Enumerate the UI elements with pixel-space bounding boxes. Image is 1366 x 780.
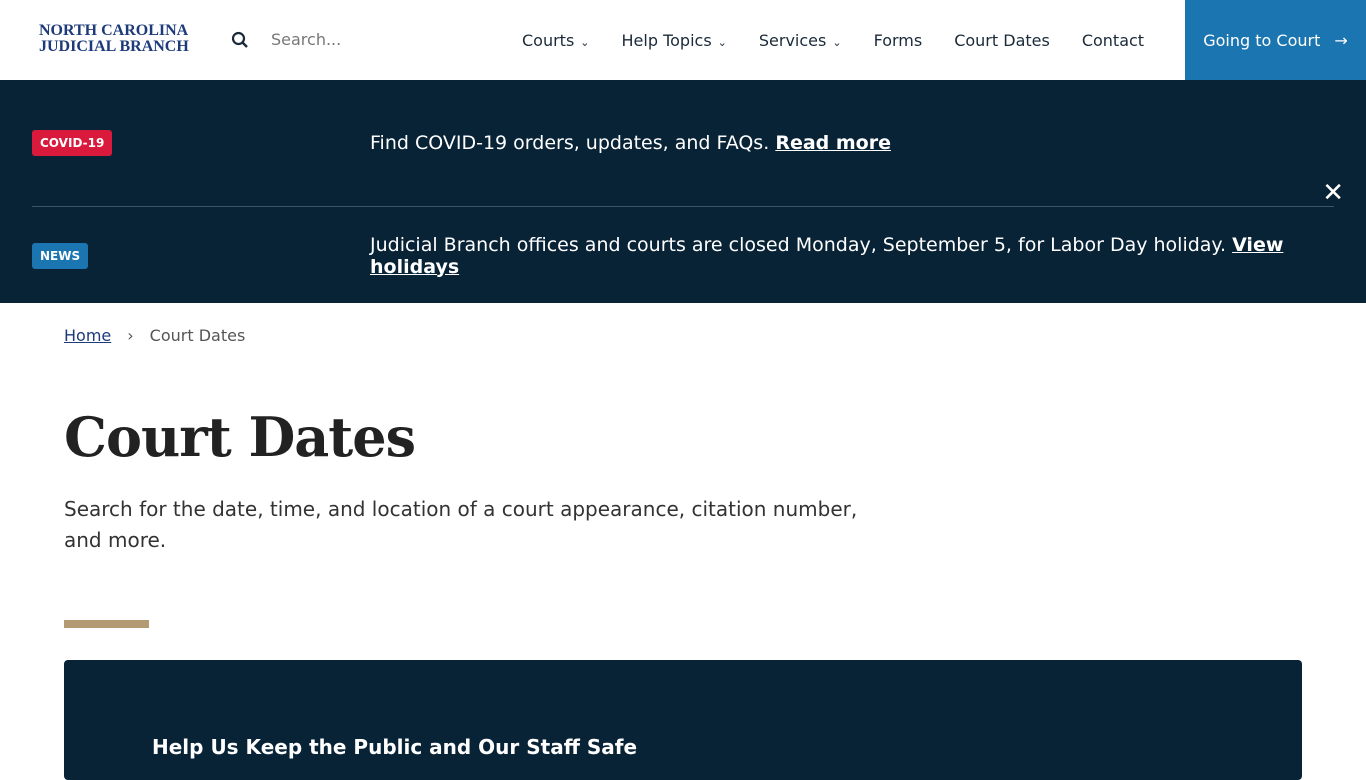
- alert-covid: COVID-19 Find COVID-19 orders, updates, …: [32, 80, 1334, 207]
- nav-services[interactable]: Services ⌄: [759, 31, 842, 50]
- alert-text: Find COVID-19 orders, updates, and FAQs.: [370, 132, 770, 154]
- alerts-banner: ✕ COVID-19 Find COVID-19 orders, updates…: [0, 80, 1366, 303]
- nav-label: Help Topics: [621, 30, 712, 50]
- panel-title: Help Us Keep the Public and Our Staff Sa…: [152, 735, 638, 759]
- breadcrumb: Home › Court Dates: [64, 326, 245, 345]
- chevron-down-icon: ⌄: [580, 35, 590, 49]
- read-more-link[interactable]: Read more: [775, 132, 891, 154]
- nav-contact[interactable]: Contact: [1082, 31, 1144, 50]
- covid-badge: COVID-19: [32, 130, 113, 156]
- logo-line: NORTH CAROLINA: [39, 22, 189, 39]
- nav-forms[interactable]: Forms: [874, 31, 923, 50]
- alert-message: Judicial Branch offices and courts are c…: [370, 234, 1334, 278]
- news-badge: NEWS: [32, 242, 89, 269]
- chevron-down-icon: ⌄: [832, 35, 842, 49]
- breadcrumb-home[interactable]: Home: [64, 326, 111, 345]
- nav-label: Courts: [522, 30, 575, 50]
- breadcrumb-current: Court Dates: [149, 326, 246, 345]
- header: NORTH CAROLINAJUDICIAL BRANCH Courts ⌄ He…: [0, 0, 1366, 80]
- alert-message: Find COVID-19 orders, updates, and FAQs.…: [370, 132, 891, 154]
- search-input[interactable]: [271, 30, 451, 49]
- search-icon[interactable]: [231, 31, 249, 49]
- nav-label: Services: [758, 30, 827, 50]
- logo-line: JUDICIAL BRANCH: [39, 38, 189, 55]
- page-description: Search for the date, time, and location …: [64, 497, 858, 552]
- nav-courts[interactable]: Courts ⌄: [522, 31, 590, 50]
- alert-news: NEWS Judicial Branch offices and courts …: [32, 208, 1334, 303]
- logo[interactable]: NORTH CAROLINA JUDICIAL BRANCH: [39, 23, 189, 55]
- main-nav: Courts ⌄ Help Topics ⌄ Services ⌄ Forms Cou…: [522, 0, 1144, 80]
- nav-court-dates[interactable]: Court Dates: [954, 31, 1050, 50]
- nav-help-topics[interactable]: Help Topics ⌄: [622, 31, 727, 50]
- chevron-right-icon: ›: [127, 326, 134, 345]
- page-title: Court Dates: [64, 405, 416, 469]
- info-panel: Help Us Keep the Public and Our Staff Sa…: [64, 660, 1302, 780]
- arrow-right-icon: →: [1334, 30, 1348, 50]
- going-to-court-button[interactable]: Going to Court →: [1185, 0, 1366, 80]
- accent-divider: [64, 620, 149, 628]
- alert-text: Judicial Branch offices and courts are c…: [370, 233, 1227, 256]
- chevron-down-icon: ⌄: [717, 35, 727, 49]
- search: [231, 30, 451, 49]
- cta-label: Going to Court: [1203, 30, 1321, 50]
